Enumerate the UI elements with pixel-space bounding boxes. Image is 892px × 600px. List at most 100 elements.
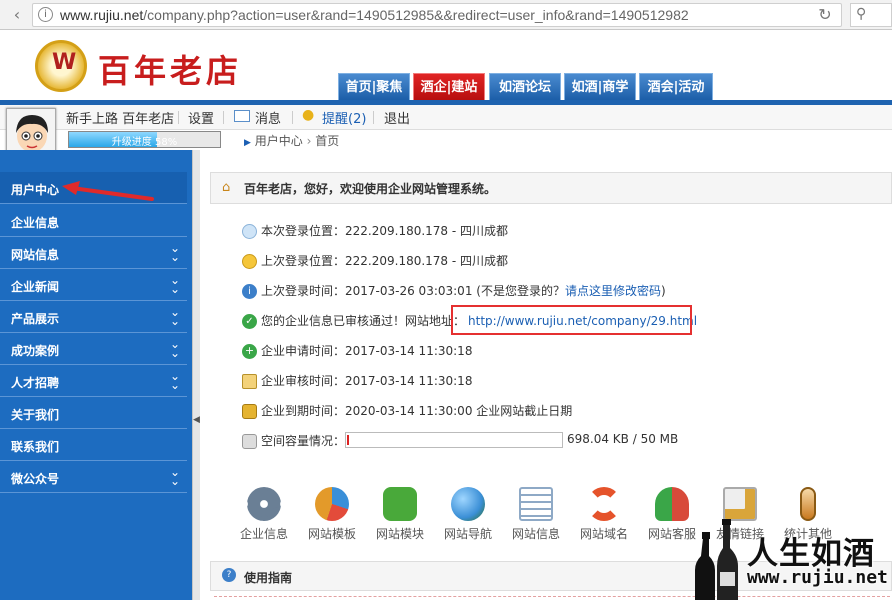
sidebar-item-cases[interactable]: 成功案例 ⌄ ⌄ (0, 333, 187, 365)
lifebuoy-icon (587, 487, 621, 521)
sidebar-item-site-info[interactable]: 网站信息 ⌄ ⌄ (0, 237, 187, 269)
lightbulb-icon: ● (302, 107, 315, 123)
tool-5[interactable]: 网站信息 (508, 487, 564, 542)
nav-tab-forum[interactable]: 如酒论坛 (489, 73, 561, 100)
logo-text[interactable]: 百年老店 (98, 46, 242, 92)
gear-icon (247, 487, 281, 521)
database-icon (242, 434, 257, 449)
tool-label: 网站信息 (511, 527, 560, 541)
info-row-capacity: 空间容量情况： (242, 432, 345, 450)
watermark-url: www.rujiu.net (747, 567, 888, 588)
sidebar-item-label: 成功案例 (11, 344, 60, 358)
info-text: 空间容量情况： (261, 434, 346, 448)
tool-label: 企业信息 (239, 527, 288, 541)
reminders-link[interactable]: 提醒(2) (322, 108, 366, 127)
double-chevron-down-icon: ⌄ ⌄ (169, 369, 181, 392)
tool-label: 网站导航 (443, 527, 492, 541)
logo-mark: W (52, 50, 77, 75)
sidebar-item-label: 网站信息 (11, 248, 60, 262)
nav-tab-events[interactable]: 酒会|活动 (639, 73, 713, 100)
nav-tab-business[interactable]: 如酒|商学 (564, 73, 636, 100)
info-row-apply-time: + 企业申请时间：2017-03-14 11:30:18 (242, 342, 472, 360)
globe-icon (451, 487, 485, 521)
tool-4[interactable]: 网站导航 (440, 487, 496, 542)
tool-label: 网站模板 (307, 527, 356, 541)
messages-link[interactable]: 消息 (255, 108, 281, 127)
breadcrumb: ▶ 用户中心 › 首页 (244, 132, 339, 149)
pie-chart-icon (315, 487, 349, 521)
avatar[interactable] (6, 108, 56, 156)
document-icon (519, 487, 553, 521)
tool-7[interactable]: 网站客服 (644, 487, 700, 542)
thermometer-icon (800, 487, 816, 521)
info-row-last-login-time: i 上次登录时间：2017-03-26 03:03:01 (不是您登录的？请点这里… (242, 282, 666, 300)
sidebar-splitter[interactable] (192, 150, 200, 600)
double-chevron-down-icon: ⌄ ⌄ (169, 465, 181, 488)
info-row-last-login-location: 上次登录位置：222.209.180.178 - 四川成都 (242, 252, 508, 270)
capacity-value: 698.04 KB / 50 MB (567, 432, 679, 446)
back-icon[interactable]: ‹ (6, 4, 28, 26)
tool-3[interactable]: 网站模块 (372, 487, 428, 542)
breadcrumb-current: 首页 (315, 134, 340, 148)
tool-label: 网站客服 (647, 527, 696, 541)
capacity-bar (345, 432, 563, 448)
breadcrumb-separator-icon: › (306, 134, 312, 148)
check-circle-icon: ✓ (242, 314, 257, 329)
info-text: 企业审核时间：2017-03-14 11:30:18 (261, 374, 473, 388)
highlight-box (451, 305, 692, 335)
watermark-bottles-logo (695, 519, 738, 600)
sidebar-item-label: 企业新闻 (11, 280, 60, 294)
sidebar-item-label: 联系我们 (11, 440, 60, 454)
collapse-arrow-icon[interactable]: ◀ (193, 415, 200, 425)
info-text: 上次登录位置：222.209.180.178 - 四川成都 (261, 254, 509, 268)
logout-link[interactable]: 退出 (384, 108, 410, 127)
settings-doc-icon (723, 487, 757, 521)
plus-circle-icon: + (242, 344, 257, 359)
info-text: 企业申请时间：2017-03-14 11:30:18 (261, 344, 473, 358)
edit-icon (242, 374, 257, 389)
lock-icon (242, 404, 257, 419)
users-icon (655, 487, 689, 521)
info-icon[interactable]: i (38, 7, 53, 22)
info-text: 本次登录位置：222.209.180.178 - 四川成都 (261, 224, 509, 238)
sidebar-item-wechat[interactable]: 微公众号 ⌄ ⌄ (0, 461, 187, 493)
nav-tab-enterprise[interactable]: 酒企|建站 (413, 73, 485, 100)
sidebar-item-company-info[interactable]: 企业信息 (0, 205, 187, 237)
puzzle-icon (383, 487, 417, 521)
settings-link[interactable]: 设置 (188, 108, 214, 127)
url-text[interactable]: www.rujiu.net/company.php?action=user&ra… (60, 7, 689, 23)
progress-label: 升级进度 58% (111, 137, 178, 148)
sidebar-item-news[interactable]: 企业新闻 ⌄ ⌄ (0, 269, 187, 301)
tool-1[interactable]: 企业信息 (236, 487, 292, 542)
guide-divider (214, 596, 890, 597)
info-circle-icon: i (242, 284, 257, 299)
double-chevron-down-icon: ⌄ ⌄ (169, 241, 181, 264)
tool-2[interactable]: 网站模板 (304, 487, 360, 542)
capacity-fill (347, 435, 349, 445)
sidebar-item-jobs[interactable]: 人才招聘 ⌄ ⌄ (0, 365, 187, 397)
sidebar-item-products[interactable]: 产品展示 ⌄ ⌄ (0, 301, 187, 333)
tool-label: 网站模块 (375, 527, 424, 541)
info-row-this-login: 本次登录位置：222.209.180.178 - 四川成都 (242, 222, 508, 240)
nav-tab-home[interactable]: 首页|聚焦 (338, 73, 410, 100)
tool-6[interactable]: 网站域名 (576, 487, 632, 542)
reload-icon[interactable]: ↻ (814, 4, 836, 26)
breadcrumb-home[interactable]: 用户中心 (255, 134, 303, 148)
info-row-expire-time: 企业到期时间：2020-03-14 11:30:00 企业网站截止日期 (242, 402, 572, 420)
change-password-link[interactable]: 请点这里修改密码 (565, 284, 661, 298)
breadcrumb-arrow-icon: ▶ (244, 138, 251, 148)
sidebar-item-label: 产品展示 (11, 312, 60, 326)
info-text: 您的企业信息已审核通过！网站地址： (261, 314, 466, 328)
sidebar-item-contact[interactable]: 联系我们 (0, 429, 187, 461)
help-icon: ? (222, 568, 236, 582)
info-text: ) (660, 284, 666, 298)
lightbulb-icon (242, 224, 257, 239)
double-chevron-down-icon: ⌄ ⌄ (169, 305, 181, 328)
separator (178, 111, 179, 124)
sidebar-item-label: 关于我们 (11, 408, 60, 422)
lightbulb-on-icon (242, 254, 257, 269)
sidebar-item-label: 微公众号 (11, 472, 60, 486)
sidebar-item-label: 企业信息 (11, 216, 60, 230)
sidebar-item-about[interactable]: 关于我们 (0, 397, 187, 429)
annotation-arrow (62, 181, 154, 201)
